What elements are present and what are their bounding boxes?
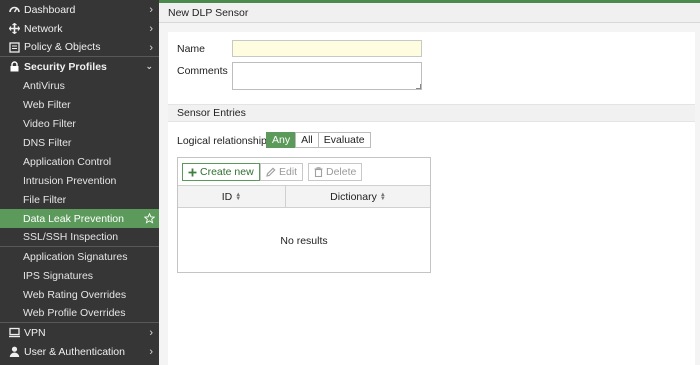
nav-dns-filter-label: DNS Filter: [23, 136, 72, 149]
nav-vpn[interactable]: VPN ›: [0, 323, 159, 342]
nav-dns-filter[interactable]: DNS Filter: [0, 133, 159, 152]
page-title-bar: New DLP Sensor: [159, 3, 700, 23]
sort-icon: ▲ ▼: [379, 191, 386, 202]
sidebar: Dashboard › Network › Policy & Objects ›…: [0, 0, 159, 365]
chevron-right-icon: ›: [149, 345, 153, 358]
column-header-id[interactable]: ID ▲ ▼: [178, 186, 286, 207]
nav-ssl-label: SSL/SSH Inspection: [23, 231, 119, 243]
comments-label: Comments: [177, 65, 228, 77]
user-icon: [8, 346, 20, 357]
nav-vpn-label: VPN: [24, 326, 46, 339]
sensor-entries-table: Create new Edit Delete ID ▲▼ Dictionary: [177, 157, 431, 273]
chevron-right-icon: ›: [149, 41, 153, 54]
nav-file-filter[interactable]: File Filter: [0, 190, 159, 209]
network-icon: [8, 23, 20, 34]
vpn-icon: [8, 327, 20, 338]
column-dictionary-label: Dictionary: [330, 190, 377, 203]
trash-icon: [314, 167, 323, 177]
nav-app-sig-label: Application Signatures: [23, 250, 128, 263]
edit-label: Edit: [279, 166, 298, 178]
nav-antivirus-label: AntiVirus: [23, 79, 65, 92]
name-label: Name: [177, 43, 206, 55]
nav-security-label: Security Profiles: [24, 60, 107, 73]
nav-network[interactable]: Network ›: [0, 19, 159, 38]
column-header-dictionary[interactable]: Dictionary ▲ ▼: [286, 186, 430, 207]
nav-application-signatures[interactable]: Application Signatures: [0, 247, 159, 266]
logical-relationship-label: Logical relationship: [177, 135, 267, 147]
chevron-right-icon: ›: [149, 326, 153, 339]
chevron-right-icon: ›: [149, 22, 153, 35]
star-icon[interactable]: [144, 209, 155, 228]
nav-ips-sig-label: IPS Signatures: [23, 269, 94, 282]
dashboard-icon: [8, 4, 20, 15]
create-new-label: Create new: [200, 166, 254, 178]
nav-web-profile-overrides[interactable]: Web Profile Overrides: [0, 304, 159, 323]
name-input[interactable]: [232, 40, 422, 57]
pencil-icon: [266, 167, 276, 177]
edit-button[interactable]: Edit: [260, 163, 304, 181]
nav-dashboard[interactable]: Dashboard ›: [0, 0, 159, 19]
policy-icon: [8, 41, 20, 53]
nav-user-authentication[interactable]: User & Authentication ›: [0, 342, 159, 361]
sort-icon: ▲ ▼: [235, 191, 242, 202]
form-panel: Name Comments Sensor Entries Logical rel…: [168, 32, 695, 365]
nav-data-leak-prevention[interactable]: Data Leak Prevention: [0, 209, 159, 228]
nav-dashboard-label: Dashboard: [24, 3, 76, 16]
empty-table-message: No results: [280, 235, 328, 247]
chevron-right-icon: ›: [149, 3, 153, 16]
nav-ssl-ssh-inspection[interactable]: SSL/SSH Inspection: [0, 228, 159, 247]
sensor-entries-title: Sensor Entries: [177, 107, 246, 119]
nav-web-filter-label: Web Filter: [23, 98, 71, 111]
nav-intrusion-prevention-label: Intrusion Prevention: [23, 174, 117, 187]
sensor-entries-header: Sensor Entries: [168, 104, 695, 122]
nav-web-rating-overrides[interactable]: Web Rating Overrides: [0, 285, 159, 304]
table-header: ID ▲ ▼ Dictionary ▲ ▼: [178, 186, 430, 208]
nav-policy-label: Policy & Objects: [24, 41, 101, 53]
plus-icon: [188, 168, 197, 177]
nav-policy-objects[interactable]: Policy & Objects ›: [0, 38, 159, 57]
column-id-label: ID: [221, 190, 233, 203]
nav-web-filter[interactable]: Web Filter: [0, 95, 159, 114]
create-new-button[interactable]: Create new: [182, 163, 260, 181]
nav-application-control-label: Application Control: [23, 155, 112, 168]
chevron-down-icon: ⌄: [145, 61, 153, 71]
resize-grip-icon[interactable]: [416, 84, 421, 89]
nav-file-filter-label: File Filter: [23, 193, 67, 206]
nav-video-filter-label: Video Filter: [23, 117, 76, 130]
nav-antivirus[interactable]: AntiVirus: [0, 76, 159, 95]
nav-application-control[interactable]: Application Control: [0, 152, 159, 171]
nav-intrusion-prevention[interactable]: Intrusion Prevention: [0, 171, 159, 190]
nav-network-label: Network: [24, 22, 63, 35]
nav-dlp-label: Data Leak Prevention: [23, 212, 124, 225]
nav-user-label: User & Authentication: [24, 345, 125, 358]
nav-video-filter[interactable]: Video Filter: [0, 114, 159, 133]
nav-web-rating-label: Web Rating Overrides: [23, 288, 127, 301]
delete-label: Delete: [326, 166, 357, 178]
nav-ips-signatures[interactable]: IPS Signatures: [0, 266, 159, 285]
nav-web-profile-label: Web Profile Overrides: [23, 307, 126, 319]
option-all[interactable]: All: [295, 132, 319, 148]
page-title: New DLP Sensor: [168, 6, 249, 19]
option-evaluate[interactable]: Evaluate: [317, 132, 371, 148]
nav-security-profiles[interactable]: Security Profiles ⌄: [0, 57, 159, 76]
table-toolbar: Create new Edit Delete: [178, 158, 430, 186]
lock-icon: [8, 61, 20, 72]
main-content: Name Comments Sensor Entries Logical rel…: [159, 23, 700, 365]
logical-relationship-toggle: Any All Evaluate: [266, 132, 371, 148]
comments-textarea[interactable]: [232, 62, 422, 90]
option-any[interactable]: Any: [266, 132, 297, 148]
delete-button[interactable]: Delete: [308, 163, 363, 181]
